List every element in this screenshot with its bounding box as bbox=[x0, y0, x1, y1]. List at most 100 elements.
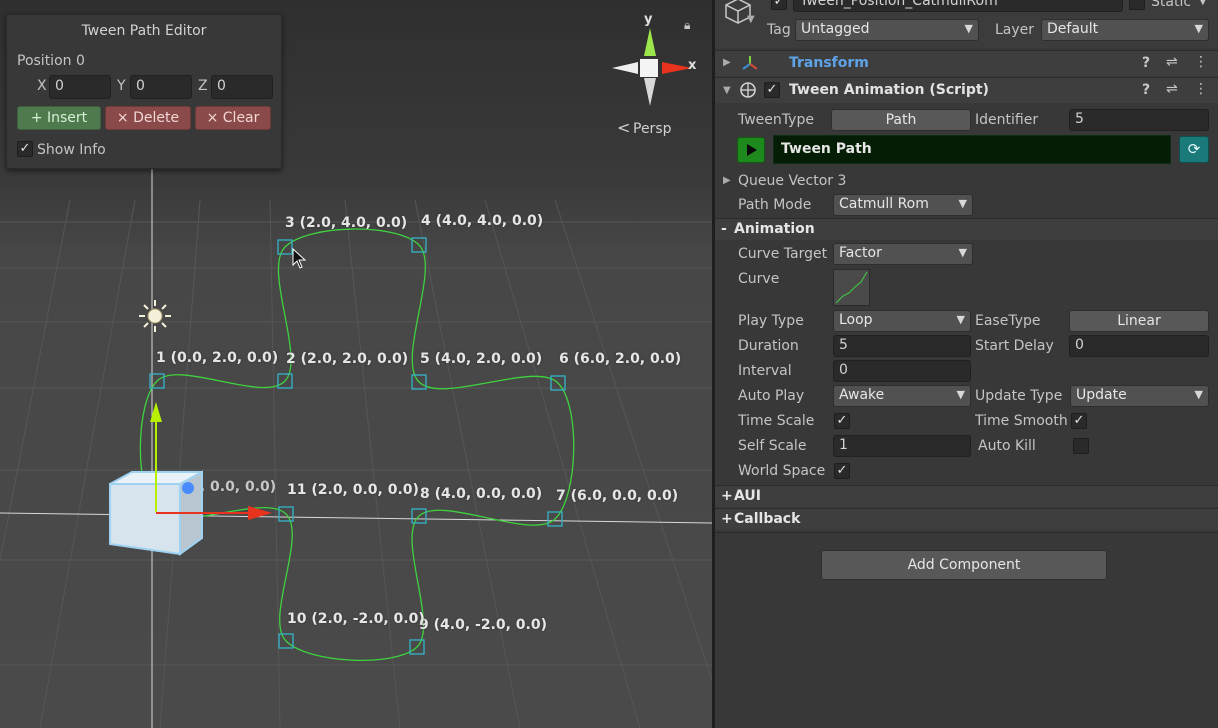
inspector-panel: ▼ ✓ Tween_Position_CatmullRom Static ▼ T… bbox=[715, 0, 1218, 728]
interval-field[interactable]: 0 bbox=[833, 360, 971, 382]
play-icon bbox=[747, 144, 757, 156]
path-mode-label: Path Mode bbox=[738, 197, 812, 213]
play-type-dropdown[interactable]: Loop ▼ bbox=[833, 310, 971, 332]
chevron-down-icon: ▼ bbox=[958, 197, 967, 210]
static-dropdown-arrow[interactable]: ▼ bbox=[1199, 0, 1207, 7]
auto-play-value: Awake bbox=[839, 387, 885, 403]
tag-label: Tag bbox=[767, 22, 791, 38]
script-collapse-arrow[interactable]: ▼ bbox=[723, 85, 731, 96]
transform-expand-arrow[interactable]: ▶ bbox=[723, 57, 731, 68]
static-checkbox[interactable] bbox=[1129, 0, 1145, 10]
x-label: X bbox=[37, 78, 47, 94]
animation-collapse-icon[interactable]: - bbox=[721, 221, 727, 237]
auto-play-label: Auto Play bbox=[738, 388, 805, 404]
transform-label[interactable]: Transform bbox=[789, 55, 869, 71]
script-enabled-checkbox[interactable]: ✓ bbox=[764, 82, 780, 98]
ease-type-button[interactable]: Linear bbox=[1069, 310, 1209, 332]
duration-label: Duration bbox=[738, 338, 799, 354]
icon-dropdown-arrow[interactable]: ▼ bbox=[747, 14, 755, 25]
z-field[interactable]: 0 bbox=[211, 75, 273, 99]
queue-label[interactable]: Queue Vector 3 bbox=[738, 173, 846, 189]
aui-section-label: AUI bbox=[734, 488, 761, 504]
update-type-value: Update bbox=[1076, 387, 1127, 403]
tween-path-editor-panel: Tween Path Editor Position 0 X 0 Y 0 Z 0… bbox=[6, 14, 282, 169]
kebab-menu-icon[interactable]: ⋮ bbox=[1194, 54, 1208, 70]
active-checkbox[interactable]: ✓ bbox=[771, 0, 787, 10]
y-label: Y bbox=[117, 78, 126, 94]
transform-icon bbox=[742, 56, 758, 70]
play-type-value: Loop bbox=[839, 312, 873, 328]
curve-target-dropdown[interactable]: Factor ▼ bbox=[833, 243, 973, 265]
layer-label: Layer bbox=[995, 22, 1035, 38]
clear-button[interactable]: × Clear bbox=[195, 106, 271, 130]
script-icon bbox=[740, 82, 756, 98]
kebab-menu-icon[interactable]: ⋮ bbox=[1194, 81, 1208, 97]
callback-expand-icon[interactable]: + bbox=[721, 511, 733, 527]
curve-target-value: Factor bbox=[839, 245, 882, 261]
refresh-icon: ⟳ bbox=[1187, 140, 1201, 158]
y-field[interactable]: 0 bbox=[130, 75, 192, 99]
auto-play-dropdown[interactable]: Awake ▼ bbox=[833, 385, 971, 407]
identifier-label: Identifier bbox=[975, 112, 1039, 128]
object-name-field[interactable]: Tween_Position_CatmullRom bbox=[793, 0, 1123, 12]
update-type-dropdown[interactable]: Update ▼ bbox=[1070, 385, 1209, 407]
tween-type-button[interactable]: Path bbox=[831, 109, 971, 131]
callback-section-label: Callback bbox=[734, 511, 801, 527]
layer-dropdown[interactable]: Default ▼ bbox=[1041, 19, 1209, 41]
delete-button[interactable]: × Delete bbox=[105, 106, 191, 130]
time-smooth-checkbox[interactable]: ✓ bbox=[1071, 413, 1087, 429]
animation-section-label: Animation bbox=[734, 221, 815, 237]
chevron-down-icon: ▼ bbox=[956, 313, 965, 326]
path-mode-dropdown[interactable]: Catmull Rom ▼ bbox=[833, 194, 973, 216]
identifier-field[interactable]: 5 bbox=[1069, 109, 1209, 131]
x-field[interactable]: 0 bbox=[49, 75, 111, 99]
inspector-divider bbox=[715, 532, 1218, 533]
static-label[interactable]: Static bbox=[1151, 0, 1191, 10]
show-info-checkbox[interactable]: ✓ bbox=[17, 141, 33, 157]
script-title: Tween Animation (Script) bbox=[789, 82, 989, 98]
path-mode-value: Catmull Rom bbox=[839, 196, 929, 212]
tween-path-title: Tween Path bbox=[781, 141, 872, 157]
chevron-down-icon: ▼ bbox=[1194, 22, 1203, 35]
chevron-down-icon: ▼ bbox=[964, 22, 973, 35]
show-info-label: Show Info bbox=[37, 142, 106, 158]
add-component-button[interactable]: Add Component bbox=[821, 550, 1107, 580]
preset-icon[interactable]: ⇌ bbox=[1166, 54, 1178, 70]
help-icon[interactable]: ? bbox=[1142, 82, 1150, 98]
position-label: Position 0 bbox=[17, 53, 85, 69]
help-icon[interactable]: ? bbox=[1142, 55, 1150, 71]
mouse-cursor-icon bbox=[292, 248, 307, 269]
chevron-down-icon: ▼ bbox=[958, 246, 967, 259]
ease-type-label: EaseType bbox=[975, 313, 1041, 329]
time-scale-checkbox[interactable]: ✓ bbox=[834, 413, 850, 429]
curve-preview[interactable] bbox=[833, 269, 870, 306]
aui-expand-icon[interactable]: + bbox=[721, 488, 733, 504]
lock-icon[interactable]: 🔒︎ bbox=[684, 18, 690, 33]
world-space-checkbox[interactable]: ✓ bbox=[834, 463, 850, 479]
auto-kill-checkbox[interactable] bbox=[1073, 438, 1089, 454]
play-button[interactable] bbox=[737, 137, 765, 163]
persp-arrow-icon: < bbox=[617, 118, 631, 137]
tween-type-label: TweenType bbox=[738, 112, 814, 128]
scene-view[interactable]: 1 (0.0, 2.0, 0.0) 2 (2.0, 2.0, 0.0) 3 (2… bbox=[0, 0, 712, 728]
update-type-label: Update Type bbox=[975, 388, 1063, 404]
queue-expand-arrow[interactable]: ▶ bbox=[723, 175, 731, 186]
insert-button[interactable]: + Insert bbox=[17, 106, 101, 130]
self-scale-field[interactable]: 1 bbox=[833, 435, 971, 457]
start-delay-field[interactable]: 0 bbox=[1069, 335, 1209, 357]
refresh-button[interactable]: ⟳ bbox=[1179, 136, 1209, 163]
interval-label: Interval bbox=[738, 363, 792, 379]
persp-label[interactable]: Persp bbox=[633, 121, 672, 137]
chevron-down-icon: ▼ bbox=[1194, 388, 1203, 401]
aui-section-header[interactable] bbox=[715, 485, 1218, 507]
layer-value: Default bbox=[1047, 21, 1099, 37]
auto-kill-label: Auto Kill bbox=[978, 438, 1036, 454]
world-space-label: World Space bbox=[738, 463, 826, 479]
tag-dropdown[interactable]: Untagged ▼ bbox=[795, 19, 979, 41]
tag-value: Untagged bbox=[801, 21, 870, 37]
curve-label: Curve bbox=[738, 271, 780, 287]
self-scale-label: Self Scale bbox=[738, 438, 807, 454]
time-scale-label: Time Scale bbox=[738, 413, 815, 429]
preset-icon[interactable]: ⇌ bbox=[1166, 81, 1178, 97]
duration-field[interactable]: 5 bbox=[833, 335, 971, 357]
